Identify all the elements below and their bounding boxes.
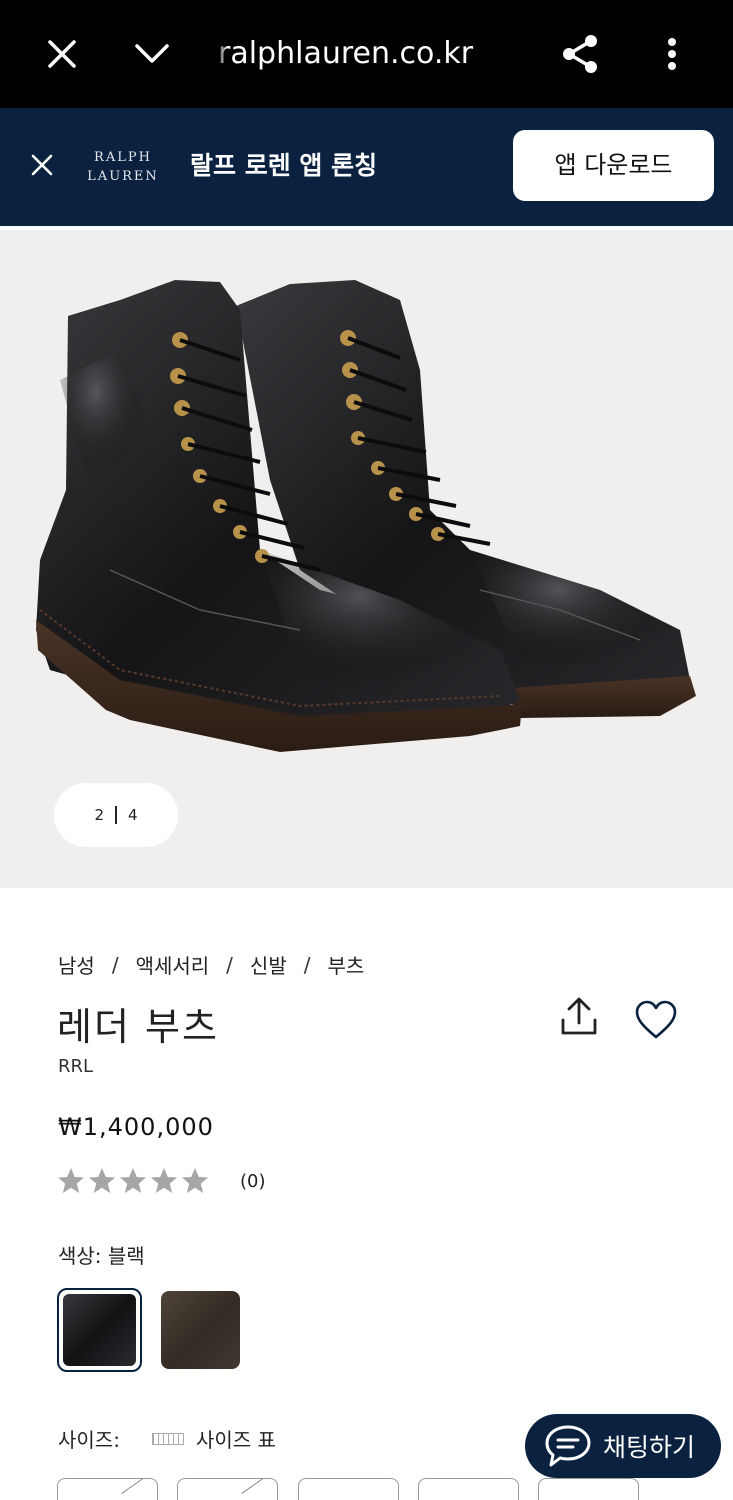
- ralph-lauren-logo: RALPH LAUREN: [86, 148, 160, 186]
- product-rating[interactable]: (0): [56, 1166, 266, 1196]
- review-count: (0): [240, 1170, 266, 1192]
- size-option[interactable]: [298, 1478, 399, 1500]
- star-icon: [58, 1168, 84, 1193]
- browser-toolbar: ralphlauren.co.kr: [0, 0, 733, 108]
- chat-bubble-icon: [545, 1425, 591, 1467]
- ruler-icon: [152, 1432, 184, 1445]
- pager-divider: [115, 806, 117, 824]
- product-image-gallery[interactable]: 2 4: [0, 230, 733, 888]
- breadcrumb-item-accessories[interactable]: 액세서리: [136, 950, 210, 979]
- upload-share-icon[interactable]: [558, 996, 600, 1038]
- star-icon: [151, 1168, 177, 1193]
- size-option[interactable]: [57, 1478, 158, 1500]
- rating-stars: [56, 1166, 210, 1196]
- color-swatch-black[interactable]: [57, 1288, 142, 1372]
- size-option[interactable]: [177, 1478, 278, 1500]
- color-swatch-brown[interactable]: [161, 1291, 240, 1369]
- star-icon: [182, 1168, 208, 1193]
- product-brand: RRL: [58, 1056, 94, 1077]
- size-label: 사이즈:: [58, 1428, 120, 1452]
- app-download-banner: RALPH LAUREN 랄프 로렌 앱 론칭 앱 다운로드: [0, 108, 733, 226]
- star-icon: [89, 1168, 115, 1193]
- breadcrumb-separator: /: [226, 952, 233, 977]
- chat-label: 채팅하기: [603, 1433, 696, 1462]
- size-option[interactable]: [538, 1478, 639, 1500]
- product-title: 레더 부츠: [57, 1005, 219, 1049]
- more-vert-icon[interactable]: [642, 24, 702, 84]
- logo-line-2: LAUREN: [87, 169, 159, 184]
- size-option[interactable]: [418, 1478, 519, 1500]
- product-price: ₩1,400,000: [58, 1113, 214, 1141]
- breadcrumb-item-men[interactable]: 남성: [58, 950, 95, 979]
- banner-close-icon[interactable]: [22, 145, 62, 185]
- url-bar[interactable]: ralphlauren.co.kr: [214, 32, 474, 76]
- wishlist-heart-icon[interactable]: [634, 998, 678, 1042]
- app-download-button[interactable]: 앱 다운로드: [513, 130, 714, 201]
- breadcrumb: 남성 / 액세서리 / 신발 / 부츠: [58, 950, 364, 979]
- image-pager: 2 4: [54, 783, 178, 847]
- color-label: 색상: 블랙: [58, 1244, 145, 1268]
- breadcrumb-separator: /: [303, 952, 311, 977]
- chevron-down-icon[interactable]: [122, 24, 182, 84]
- share-icon[interactable]: [550, 24, 610, 84]
- close-icon[interactable]: [32, 24, 92, 84]
- banner-title: 랄프 로렌 앱 론칭: [190, 151, 378, 180]
- size-chart-label: 사이즈 표: [196, 1428, 276, 1452]
- breadcrumb-item-boots[interactable]: 부츠: [327, 950, 364, 979]
- breadcrumb-separator: /: [111, 952, 119, 977]
- size-chart-link[interactable]: 사이즈 표: [152, 1424, 276, 1453]
- star-icon: [120, 1168, 146, 1193]
- url-text: ralphlauren.co.kr: [218, 36, 474, 71]
- pager-current: 2: [94, 806, 104, 824]
- logo-line-1: RALPH: [94, 150, 152, 165]
- chat-button[interactable]: 채팅하기: [525, 1414, 721, 1478]
- pager-total: 4: [128, 806, 138, 824]
- breadcrumb-item-shoes[interactable]: 신발: [250, 950, 287, 979]
